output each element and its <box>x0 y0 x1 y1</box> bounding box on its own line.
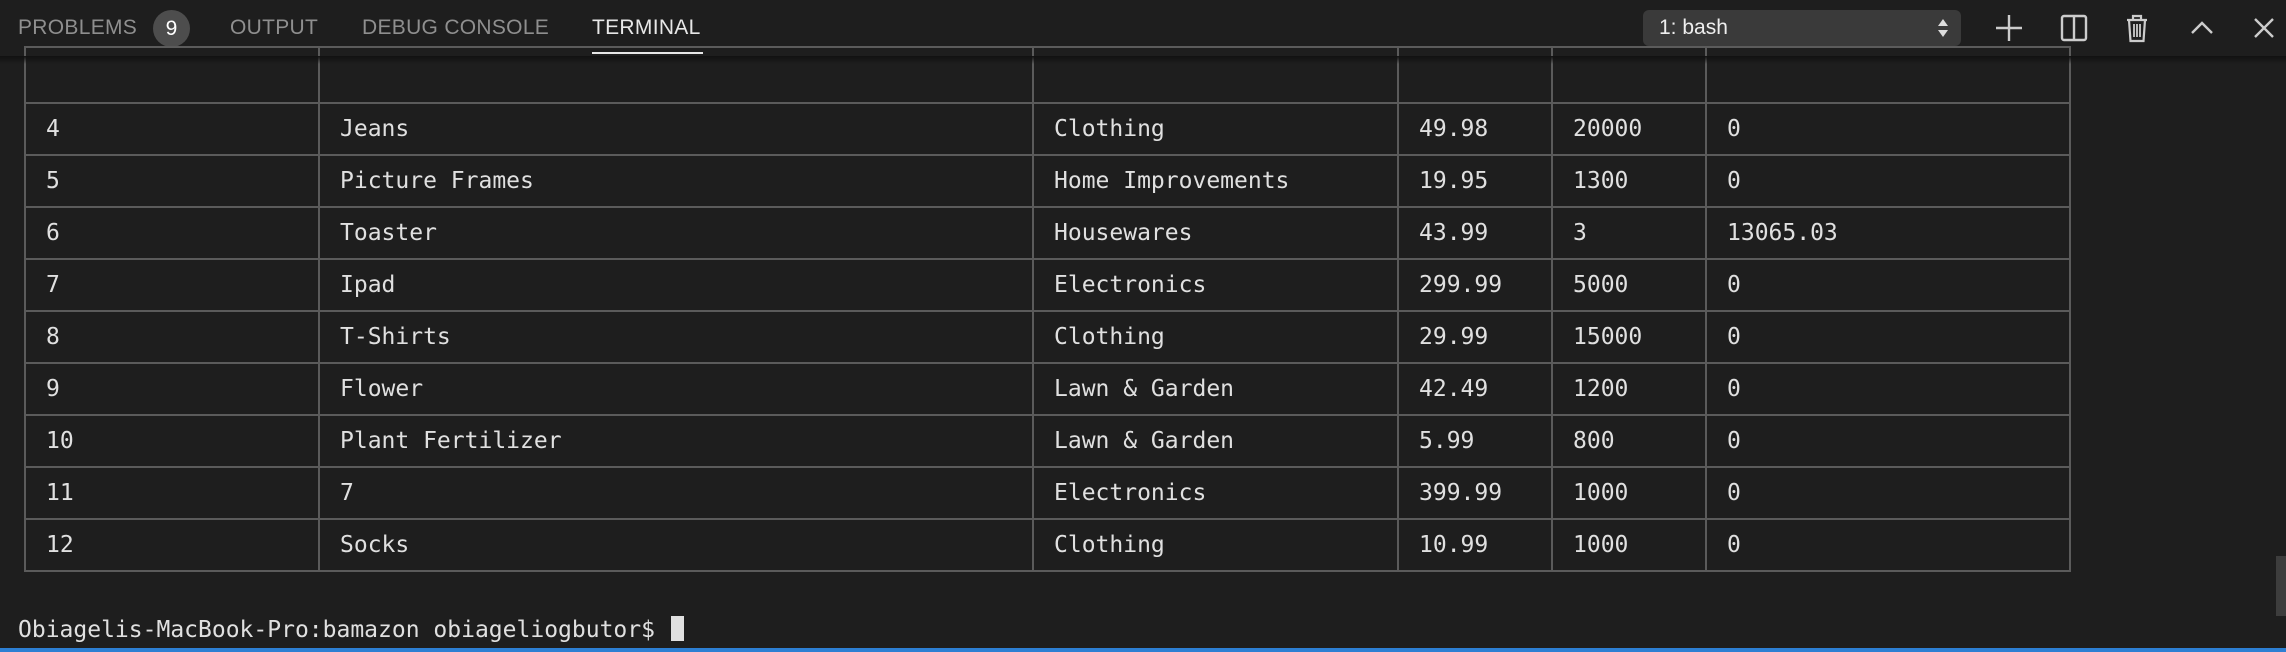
table-cell: 1000 <box>1551 466 1707 520</box>
table-cell: 5000 <box>1551 258 1707 312</box>
table-cell: Lawn & Garden <box>1032 414 1399 468</box>
table-row: 4 Jeans Clothing 49.98 20000 0 <box>24 102 2071 156</box>
table-cell: 4 <box>24 102 320 156</box>
table-cell: 6 <box>24 206 320 260</box>
table-cell: 0 <box>1705 102 2071 156</box>
table-row: 9 Flower Lawn & Garden 42.49 1200 0 <box>24 362 2071 416</box>
chevron-up-icon[interactable] <box>2184 10 2220 46</box>
table-cell: Clothing <box>1032 310 1399 364</box>
table-cell: 7 <box>24 258 320 312</box>
terminal-select[interactable]: 1: bash <box>1643 10 1961 46</box>
table-cell: Clothing <box>1032 102 1399 156</box>
table-row: 11 7 Electronics 399.99 1000 0 <box>24 466 2071 520</box>
table-row: 10 Plant Fertilizer Lawn & Garden 5.99 800 0 <box>24 414 2071 468</box>
terminal-output-table: 4 Jeans Clothing 49.98 20000 0 5 Picture Frames… <box>24 46 2071 572</box>
table-cell: Flower <box>318 362 1034 416</box>
table-cell: 12 <box>24 518 320 572</box>
table-cell: 0 <box>1705 362 2071 416</box>
trash-icon[interactable] <box>2119 10 2155 46</box>
close-panel-icon[interactable] <box>2246 10 2282 46</box>
table-cell: 10.99 <box>1397 518 1553 572</box>
add-terminal-icon[interactable] <box>1991 10 2027 46</box>
select-arrows-icon <box>1938 19 1948 37</box>
table-row: 8 T-Shirts Clothing 29.99 15000 0 <box>24 310 2071 364</box>
table-cell: 0 <box>1705 518 2071 572</box>
table-cell: 13065.03 <box>1705 206 2071 260</box>
terminal-prompt[interactable]: Obiagelis-MacBook-Pro:bamazon obiageliog… <box>18 614 684 646</box>
table-cell: Lawn & Garden <box>1032 362 1399 416</box>
status-bar-edge <box>0 648 2286 652</box>
table-cell: 8 <box>24 310 320 364</box>
terminal-select-value: 1: bash <box>1659 16 1728 39</box>
table-cell: 0 <box>1705 414 2071 468</box>
table-row: 6 Toaster Housewares 43.99 3 13065.03 <box>24 206 2071 260</box>
table-cell: 299.99 <box>1397 258 1553 312</box>
table-cell: 5.99 <box>1397 414 1553 468</box>
table-cell: 399.99 <box>1397 466 1553 520</box>
table-cell: 9 <box>24 362 320 416</box>
tab-problems-label: PROBLEMS <box>18 16 138 39</box>
table-cell: 1200 <box>1551 362 1707 416</box>
table-cell: 19.95 <box>1397 154 1553 208</box>
table-cell: 29.99 <box>1397 310 1553 364</box>
terminal-cursor <box>670 616 684 641</box>
table-cell: 11 <box>24 466 320 520</box>
table-cell: 3 <box>1551 206 1707 260</box>
table-cell: 1300 <box>1551 154 1707 208</box>
table-cell: Ipad <box>318 258 1034 312</box>
table-cell: 5 <box>24 154 320 208</box>
table-cell: Toaster <box>318 206 1034 260</box>
prompt-text: Obiagelis-MacBook-Pro:bamazon obiageliog… <box>18 617 655 643</box>
table-cell: 42.49 <box>1397 362 1553 416</box>
table-cell: 0 <box>1705 466 2071 520</box>
scroll-shadow <box>0 56 2286 64</box>
table-cell: Housewares <box>1032 206 1399 260</box>
table-cell: 7 <box>318 466 1034 520</box>
problems-count-badge: 9 <box>153 10 190 47</box>
table-cell: 0 <box>1705 154 2071 208</box>
table-cell: Home Improvements <box>1032 154 1399 208</box>
table-cell: 1000 <box>1551 518 1707 572</box>
table-cell: 15000 <box>1551 310 1707 364</box>
table-cell: T-Shirts <box>318 310 1034 364</box>
table-cell: 0 <box>1705 310 2071 364</box>
table-cell: 10 <box>24 414 320 468</box>
table-cell: 0 <box>1705 258 2071 312</box>
table-cell: 49.98 <box>1397 102 1553 156</box>
table-cell: 43.99 <box>1397 206 1553 260</box>
table-cell: Jeans <box>318 102 1034 156</box>
terminal-scrollbar[interactable] <box>2276 556 2286 616</box>
table-cell: 800 <box>1551 414 1707 468</box>
table-cell: Picture Frames <box>318 154 1034 208</box>
table-cell: 20000 <box>1551 102 1707 156</box>
table-cell: Socks <box>318 518 1034 572</box>
split-terminal-icon[interactable] <box>2056 10 2092 46</box>
products-table: 4 Jeans Clothing 49.98 20000 0 5 Picture Frames… <box>24 46 2071 572</box>
table-cell: Electronics <box>1032 466 1399 520</box>
table-row: 12 Socks Clothing 10.99 1000 0 <box>24 518 2071 572</box>
table-cell: Electronics <box>1032 258 1399 312</box>
table-row: 7 Ipad Electronics 299.99 5000 0 <box>24 258 2071 312</box>
table-cell: Clothing <box>1032 518 1399 572</box>
table-cell: Plant Fertilizer <box>318 414 1034 468</box>
table-row: 5 Picture Frames Home Improvements 19.95 130… <box>24 154 2071 208</box>
